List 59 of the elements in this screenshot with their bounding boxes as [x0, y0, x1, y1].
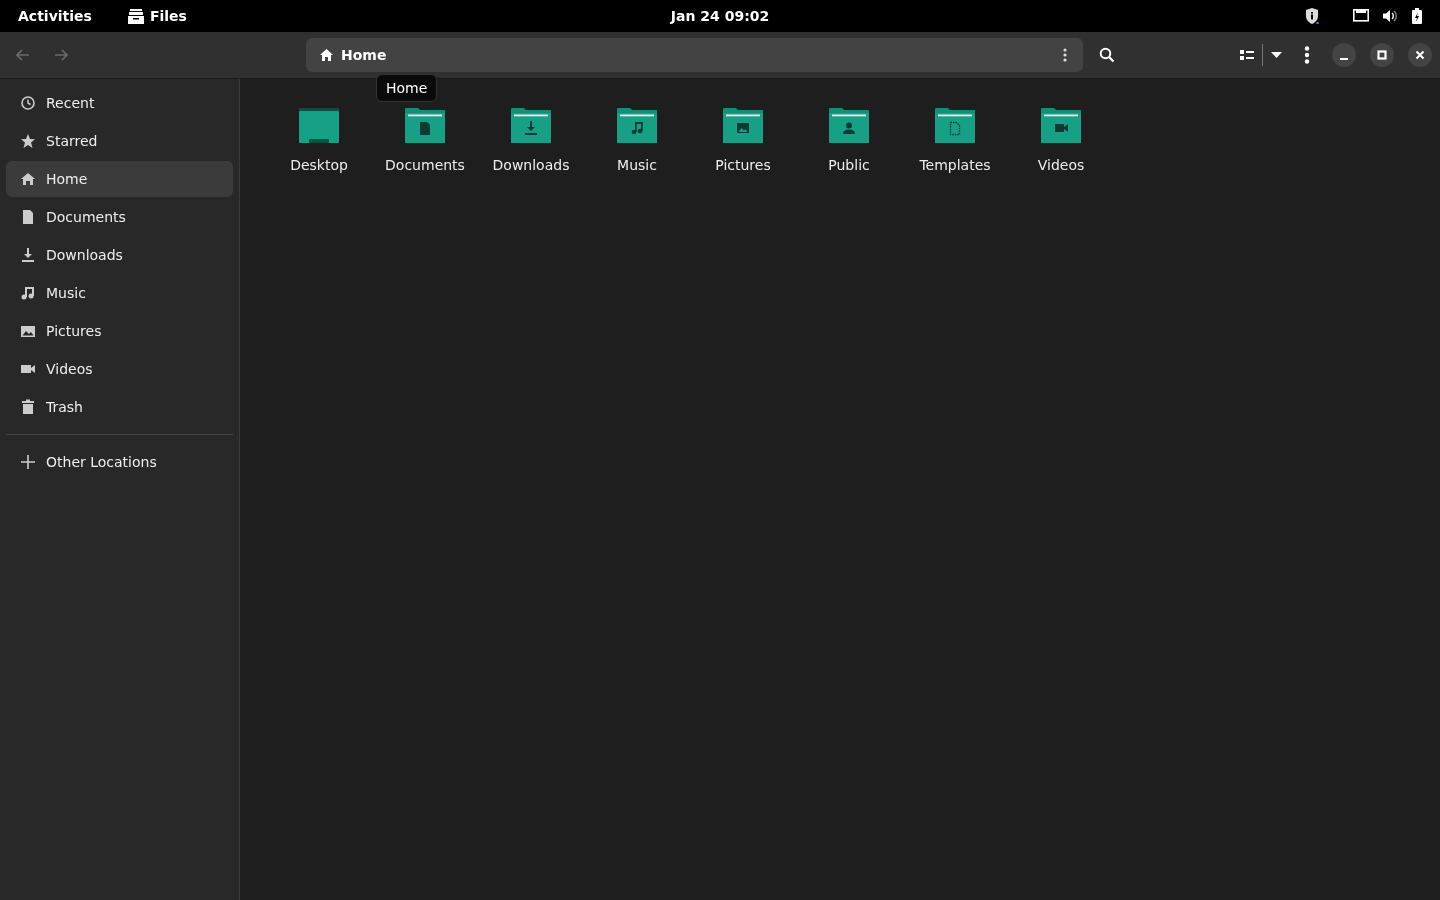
folder-item[interactable]: Public — [796, 107, 902, 173]
folder-icon — [722, 107, 764, 145]
folder-item[interactable]: Downloads — [478, 107, 584, 173]
pictures-icon — [20, 323, 36, 339]
folder-icon — [934, 107, 976, 145]
close-icon — [1415, 50, 1425, 60]
clock[interactable]: Jan 24 09:02 — [670, 8, 770, 24]
folder-icon — [510, 107, 552, 145]
sidebar-item[interactable]: Starred — [6, 123, 233, 159]
downloads-icon — [20, 247, 36, 263]
maximize-icon — [1377, 50, 1387, 60]
dropdown-caret-icon[interactable] — [1271, 52, 1282, 58]
sidebar-item[interactable]: Pictures — [6, 313, 233, 349]
home-icon — [20, 171, 36, 187]
close-button[interactable] — [1408, 43, 1432, 67]
tooltip: Home — [376, 74, 438, 102]
home-path-button[interactable]: Home — [318, 45, 389, 65]
volume-icon[interactable] — [1383, 9, 1398, 23]
folder-icon — [404, 107, 446, 145]
sidebar-item[interactable]: Videos — [6, 351, 233, 387]
folder-item[interactable]: Desktop — [266, 107, 372, 173]
folder-item[interactable]: Videos — [1008, 107, 1114, 173]
sidebar-item[interactable]: Documents — [6, 199, 233, 235]
menu-icon[interactable] — [1304, 46, 1310, 64]
folder-item[interactable]: Music — [584, 107, 690, 173]
sidebar-item[interactable]: Home — [6, 161, 233, 197]
activities-button[interactable]: Activities — [18, 8, 92, 24]
home-icon — [320, 49, 333, 61]
minimize-button[interactable] — [1332, 43, 1356, 67]
documents-icon — [20, 209, 36, 225]
sidebar-item[interactable]: Trash — [6, 389, 233, 425]
music-icon — [20, 285, 36, 301]
sidebar-item[interactable]: Music — [6, 275, 233, 311]
more-options-icon[interactable] — [1063, 48, 1067, 62]
starred-icon — [20, 133, 36, 149]
shield-icon[interactable] — [1305, 8, 1319, 24]
back-arrow-icon — [16, 49, 30, 61]
folder-item[interactable]: Templates — [902, 107, 1008, 173]
minimize-icon — [1340, 57, 1348, 60]
folder-icon — [1040, 107, 1082, 145]
maximize-button[interactable] — [1370, 43, 1394, 67]
sidebar-item[interactable]: Downloads — [6, 237, 233, 273]
file-cabinet-icon — [127, 8, 144, 24]
folder-icon — [828, 107, 870, 145]
desktop-folder-icon — [298, 107, 340, 145]
folder-item[interactable]: Documents — [372, 107, 478, 173]
folder-item[interactable]: Pictures — [690, 107, 796, 173]
folder-icon — [616, 107, 658, 145]
app-menu-button[interactable]: Files — [127, 8, 187, 24]
forward-arrow-icon — [54, 49, 68, 61]
recent-icon — [20, 95, 36, 111]
other-locations-item[interactable]: Other Locations — [6, 444, 233, 480]
trash-icon — [20, 399, 36, 415]
battery-icon[interactable] — [1412, 8, 1422, 24]
network-icon[interactable] — [1353, 9, 1369, 23]
sidebar-item[interactable]: Recent — [6, 85, 233, 121]
plus-icon — [20, 454, 36, 470]
list-view-icon[interactable] — [1240, 49, 1254, 61]
search-icon[interactable] — [1099, 47, 1115, 63]
